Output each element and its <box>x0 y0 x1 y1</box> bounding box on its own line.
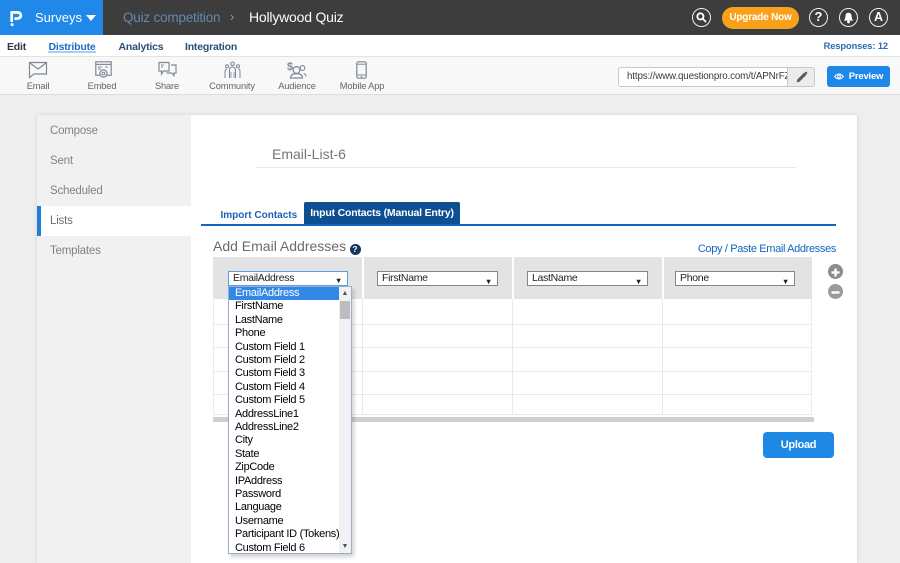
svg-text:$: $ <box>287 61 293 73</box>
